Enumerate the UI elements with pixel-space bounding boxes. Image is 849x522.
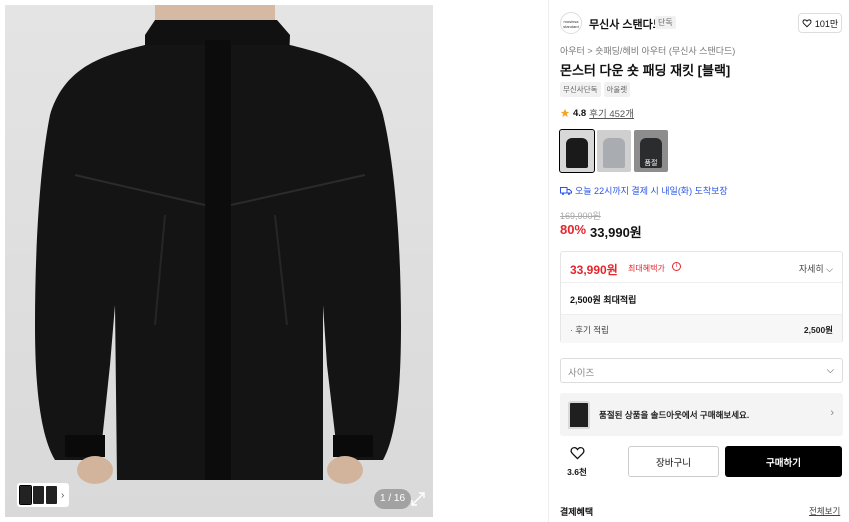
rating-summary[interactable]: 4.8 후기 452개 <box>560 106 634 120</box>
max-benefit-header[interactable]: 33,990원 최대혜택가 i 자세히 ⌵ <box>561 252 842 283</box>
product-title: 몬스터 다운 숏 패딩 재킷 [블랙] <box>560 63 731 78</box>
breadcrumb[interactable]: 아우터 > 숏패딩/헤비 아우터 (무신사 스탠다드) <box>560 44 735 57</box>
max-benefit-price: 33,990원 <box>570 263 618 277</box>
discount-rate: 80% <box>560 222 587 237</box>
tag-badge: 아울렛 <box>603 82 631 97</box>
heart-icon <box>802 19 812 28</box>
soldout-outlet-banner[interactable]: 품절된 상품을 솔드아웃에서 구매해보세요. › <box>560 393 843 436</box>
wishlist-count: 3.6천 <box>567 467 587 477</box>
brand-logo[interactable]: musinsa standard <box>560 12 582 34</box>
tag-badge: 무신사단독 <box>560 82 601 97</box>
swatch-gray[interactable] <box>597 130 631 172</box>
add-to-cart-button[interactable]: 장바구니 <box>628 446 719 477</box>
thumbnail-item[interactable] <box>46 486 57 504</box>
info-icon[interactable]: i <box>672 262 681 271</box>
thumbnail-strip[interactable]: › <box>17 483 69 507</box>
review-points-row: · 후기 적립 2,500원 <box>561 314 842 343</box>
image-counter: 1 / 16 <box>374 489 412 509</box>
thumbnail-item[interactable] <box>33 486 44 504</box>
heart-icon <box>570 447 584 460</box>
size-select[interactable]: 사이즈 ⌵ <box>560 358 843 383</box>
product-info-panel: musinsa standard 무신사 스탠다드 단독 101만 아우터 > … <box>548 0 849 522</box>
brand-like-button[interactable]: 101만 <box>798 13 842 33</box>
chevron-down-icon: ⌵ <box>826 365 834 376</box>
chevron-right-icon[interactable]: › <box>61 490 64 501</box>
product-image-gallery[interactable]: › 1 / 16 <box>5 5 433 517</box>
size-select-placeholder: 사이즈 <box>568 368 595 379</box>
review-points-label: · 후기 적립 <box>570 325 609 335</box>
price-row: 80% 33,990원 <box>560 222 642 241</box>
product-tags: 무신사단독 아울렛 <box>560 82 631 97</box>
wishlist-button[interactable]: 3.6천 <box>563 446 591 478</box>
thumbnail-item[interactable] <box>19 485 32 505</box>
benefit-box: 33,990원 최대혜택가 i 자세히 ⌵ 2,500원 최대적립 · 후기 적… <box>560 251 843 343</box>
soldout-label: 품절 <box>634 130 668 172</box>
outlet-product-image <box>568 401 590 429</box>
payment-view-all-link[interactable]: 전체보기 <box>809 505 840 517</box>
brand-like-count: 101만 <box>814 18 839 29</box>
sale-price: 33,990원 <box>590 225 642 240</box>
buy-now-button[interactable]: 구매하기 <box>725 446 842 477</box>
delivery-guarantee: 오늘 22시까지 결제 시 내일(화) 도착보장 <box>560 184 728 197</box>
truck-icon <box>560 186 572 195</box>
chevron-right-icon: › <box>830 407 834 419</box>
reviews-link[interactable]: 후기 452개 <box>589 106 634 120</box>
product-photo <box>35 5 401 484</box>
swatch-black[interactable] <box>559 129 595 173</box>
rating-score: 4.8 <box>573 107 587 119</box>
color-swatches: 품절 <box>559 129 668 173</box>
payment-benefits-title: 결제혜택 <box>560 507 594 517</box>
delivery-text: 오늘 22시까지 결제 시 내일(화) 도착보장 <box>575 186 728 196</box>
original-price: 169,900원 <box>560 211 601 221</box>
max-points: 2,500원 최대적립 <box>570 295 637 305</box>
outlet-banner-text: 품절된 상품을 솔드아웃에서 구매해보세요. <box>599 410 750 420</box>
brand-name[interactable]: 무신사 스탠다드 <box>589 16 663 32</box>
max-benefit-label: 최대혜택가 <box>628 264 665 273</box>
swatch-charcoal[interactable]: 품절 <box>634 130 668 172</box>
expand-icon[interactable] <box>409 490 427 508</box>
review-points-value: 2,500원 <box>803 325 833 335</box>
brand-exclusive-badge: 단독 <box>655 16 676 29</box>
star-icon <box>560 108 570 117</box>
benefit-detail-toggle[interactable]: 자세히 ⌵ <box>799 262 833 275</box>
